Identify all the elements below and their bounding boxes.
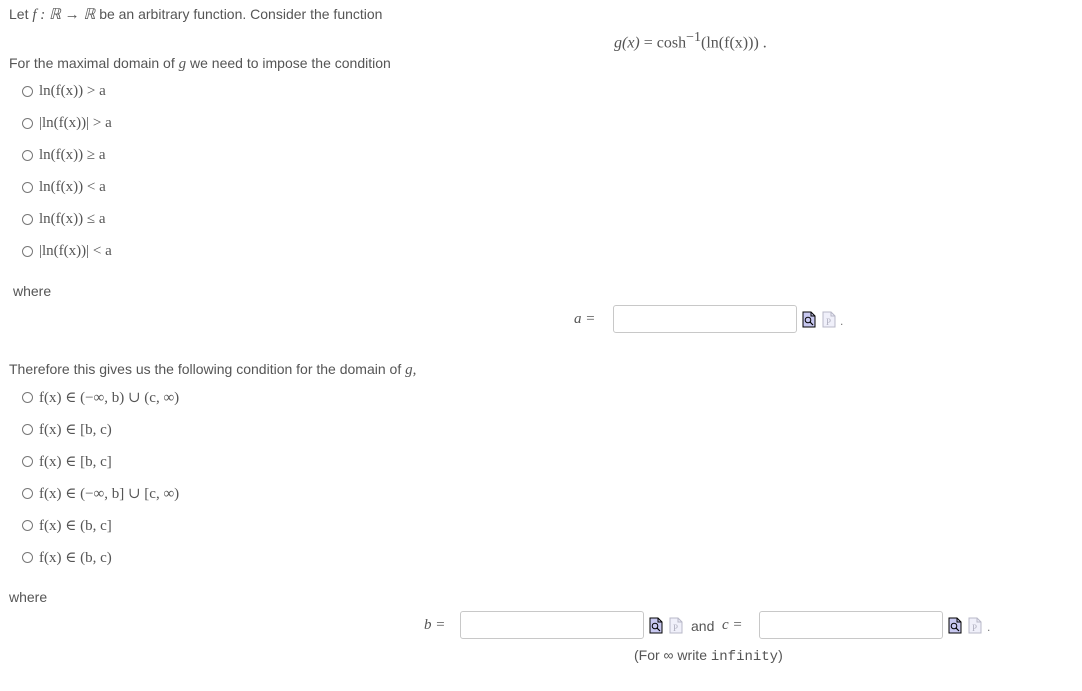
where-label: where	[13, 283, 52, 299]
preview-icon[interactable]	[802, 311, 816, 328]
where-label: where	[9, 589, 48, 605]
answer-c-label: c =	[722, 617, 743, 633]
intro-text: Let f : ℝ → ℝ be an arbitrary function. …	[9, 5, 382, 24]
radio-button[interactable]	[22, 551, 33, 563]
radio-button[interactable]	[22, 391, 33, 403]
formula-lhs: g(x)	[614, 34, 640, 52]
q2-var: g,	[405, 362, 417, 378]
question1-text: For the maximal domain of g we need to i…	[9, 55, 391, 73]
radio-button[interactable]	[22, 519, 33, 531]
q1-option-label: ln(f(x)) < a	[39, 178, 106, 195]
svg-text:P: P	[826, 317, 831, 327]
hint-code: infinity	[710, 649, 779, 665]
hint-suffix: )	[778, 647, 783, 663]
formula-cosh: cosh	[656, 34, 687, 52]
radio-button[interactable]	[22, 149, 33, 161]
q1-option-label: |ln(f(x))| > a	[39, 114, 112, 131]
svg-text:P: P	[972, 623, 977, 633]
q1-option[interactable]: ln(f(x)) < a	[22, 177, 106, 197]
q1-option-label: ln(f(x)) > a	[39, 82, 106, 99]
q1-option[interactable]: ln(f(x)) ≤ a	[22, 209, 106, 229]
q2-option-label: f(x) ∈ (b, c)	[39, 549, 112, 566]
formula-arg: (ln(f(x))) .	[701, 34, 767, 52]
svg-text:P: P	[673, 623, 678, 633]
q1-option[interactable]: |ln(f(x))| < a	[22, 241, 112, 261]
radio-button[interactable]	[22, 85, 33, 97]
radio-button[interactable]	[22, 213, 33, 225]
syntax-p-icon[interactable]: P	[822, 311, 836, 328]
q2-option-label: f(x) ∈ [b, c]	[39, 453, 112, 470]
q2-option-label: f(x) ∈ (b, c]	[39, 517, 112, 534]
answer-c-input[interactable]	[759, 611, 943, 639]
radio-button[interactable]	[22, 181, 33, 193]
formula-eq: =	[643, 34, 653, 52]
q1-option[interactable]: ln(f(x)) ≥ a	[22, 145, 106, 165]
q1-option[interactable]: |ln(f(x))| > a	[22, 113, 112, 133]
answer-c-period: .	[987, 620, 991, 634]
intro-prefix: Let	[9, 6, 29, 22]
question2-text: Therefore this gives us the following co…	[9, 361, 416, 379]
q2-text: Therefore this gives us the following co…	[9, 361, 402, 377]
q1-before: For the maximal domain of	[9, 55, 175, 71]
syntax-p-icon[interactable]: P	[968, 617, 982, 634]
q1-option-label: ln(f(x)) ≤ a	[39, 210, 106, 227]
q2-option-label: f(x) ∈ (−∞, b) ∪ (c, ∞)	[39, 389, 180, 406]
q1-option[interactable]: ln(f(x)) > a	[22, 81, 106, 101]
q1-after: we need to impose the condition	[190, 55, 391, 71]
intro-function-map: f : ℝ → ℝ	[32, 7, 96, 23]
hint-prefix: (For ∞ write	[634, 647, 707, 663]
q2-option[interactable]: f(x) ∈ (b, c)	[22, 547, 112, 567]
radio-button[interactable]	[22, 423, 33, 435]
formula-g: g(x) = cosh−1(ln(f(x))) .	[614, 30, 767, 52]
q2-option-label: f(x) ∈ [b, c)	[39, 421, 112, 438]
answer-a-period: .	[840, 314, 844, 328]
syntax-p-icon[interactable]: P	[669, 617, 683, 634]
preview-icon[interactable]	[649, 617, 663, 634]
q2-option[interactable]: f(x) ∈ [b, c)	[22, 419, 112, 439]
q1-option-label: |ln(f(x))| < a	[39, 242, 112, 259]
formula-sup: −1	[686, 30, 702, 45]
q1-var: g	[178, 56, 187, 72]
answer-a-input[interactable]	[613, 305, 797, 333]
and-label: and	[691, 618, 715, 634]
answer-a-label: a =	[574, 311, 596, 327]
q2-option[interactable]: f(x) ∈ (b, c]	[22, 515, 112, 535]
q2-option-label: f(x) ∈ (−∞, b] ∪ [c, ∞)	[39, 485, 180, 502]
infinity-hint: (For ∞ write infinity)	[634, 647, 783, 665]
intro-suffix: be an arbitrary function. Consider the f…	[99, 6, 383, 22]
answer-b-input[interactable]	[460, 611, 644, 639]
answer-b-label: b =	[424, 617, 446, 633]
q2-option[interactable]: f(x) ∈ [b, c]	[22, 451, 112, 471]
radio-button[interactable]	[22, 487, 33, 499]
q2-option[interactable]: f(x) ∈ (−∞, b) ∪ (c, ∞)	[22, 387, 179, 407]
radio-button[interactable]	[22, 117, 33, 129]
radio-button[interactable]	[22, 245, 33, 257]
radio-button[interactable]	[22, 455, 33, 467]
preview-icon[interactable]	[948, 617, 962, 634]
q2-option[interactable]: f(x) ∈ (−∞, b] ∪ [c, ∞)	[22, 483, 179, 503]
q1-option-label: ln(f(x)) ≥ a	[39, 146, 106, 163]
